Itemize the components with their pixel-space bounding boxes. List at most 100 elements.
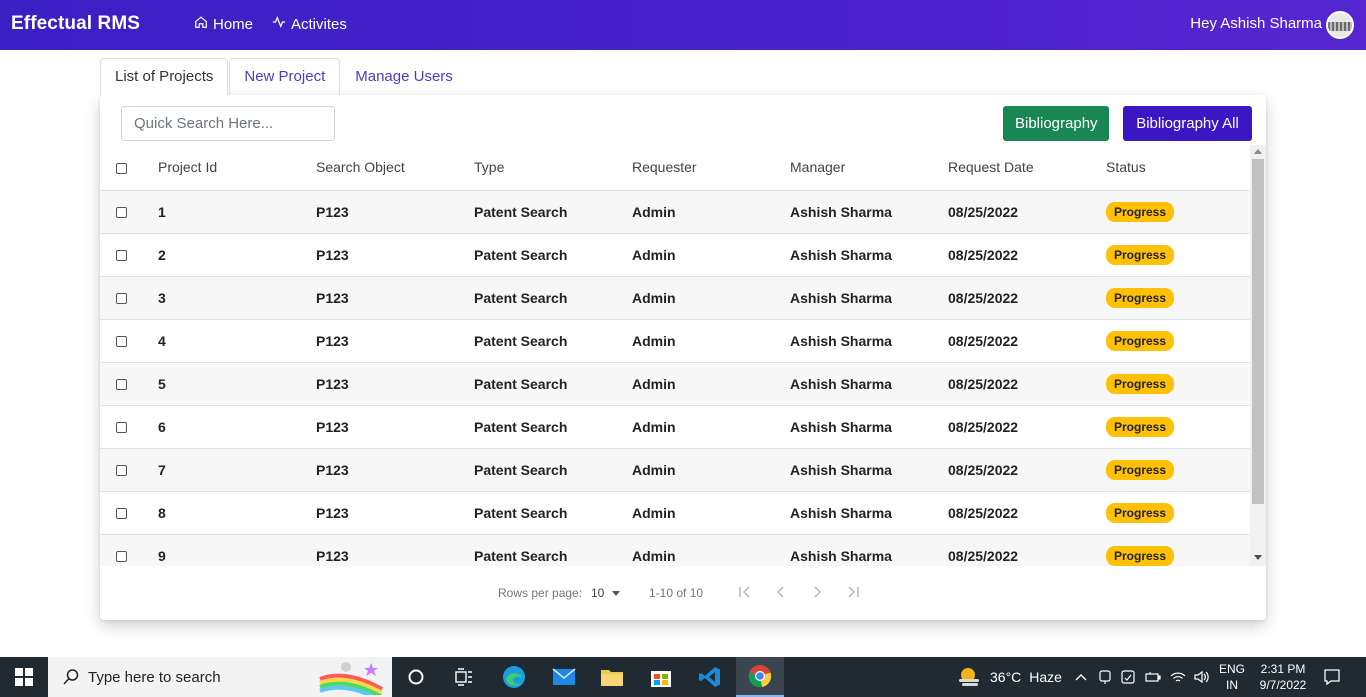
select-all-checkbox[interactable] [116,163,127,175]
cell-object: P123 [316,534,474,566]
row-select-cell [100,233,158,277]
cell-status: Progress [1106,190,1250,234]
scrollbar-thumb[interactable] [1252,159,1264,504]
row-checkbox[interactable] [116,336,127,348]
weather-description: Haze [1029,669,1062,685]
nav-activities-link[interactable]: Activites [272,15,347,33]
status-badge: Progress [1106,373,1175,394]
row-checkbox[interactable] [116,293,127,305]
projects-table: Project Id Search Object Type Requester … [100,145,1250,566]
wifi-icon[interactable] [1170,669,1186,685]
cell-status: Progress [1106,319,1250,363]
file-explorer-icon[interactable] [588,657,636,697]
column-header-project-id[interactable]: Project Id [158,145,316,191]
column-header-requester[interactable]: Requester [632,145,790,191]
table-row[interactable]: 3 P123 Patent Search Admin Ashish Sharma 08/2… [100,276,1250,320]
cell-status: Progress [1106,534,1250,566]
vscode-icon[interactable] [686,657,734,697]
table-row[interactable]: 9 P123 Patent Search Admin Ashish Sharma 08/2… [100,534,1250,566]
row-select-cell [100,448,158,492]
row-checkbox[interactable] [116,508,127,520]
system-clock[interactable]: 2:31 PM 9/7/2022 [1255,661,1311,693]
cell-date: 08/25/2022 [948,276,1106,320]
cell-manager: Ashish Sharma [790,276,948,320]
language-code: ENG [1219,662,1246,676]
nav-home-link[interactable]: Home [194,15,253,33]
status-badge: Progress [1106,502,1175,523]
tab-new-project[interactable]: New Project [229,58,341,96]
brand-logo[interactable]: Effectual RMS [11,13,140,35]
row-checkbox[interactable] [116,551,127,563]
row-checkbox[interactable] [116,422,127,434]
table-row[interactable]: 4 P123 Patent Search Admin Ashish Sharma 08/2… [100,319,1250,363]
status-badge: Progress [1106,287,1175,308]
vertical-scrollbar[interactable] [1250,145,1266,566]
table-row[interactable]: 8 P123 Patent Search Admin Ashish Sharma 08/2… [100,491,1250,535]
quick-search-input[interactable] [121,106,335,141]
column-header-manager[interactable]: Manager [790,145,948,191]
cell-date: 08/25/2022 [948,362,1106,406]
user-greeting[interactable]: Hey Ashish Sharma [1190,15,1322,32]
first-page-icon[interactable] [735,582,755,602]
cell-status: Progress [1106,362,1250,406]
cell-requester: Admin [632,448,790,492]
row-checkbox[interactable] [116,207,127,219]
cell-manager: Ashish Sharma [790,448,948,492]
onedrive-icon[interactable] [1120,669,1136,685]
weather-widget[interactable]: 36°C Haze [956,657,1062,697]
cell-type: Patent Search [474,190,632,234]
edge-browser-icon[interactable] [490,657,538,697]
rows-per-page-select[interactable]: 10 [591,586,621,600]
next-page-icon[interactable] [807,582,827,602]
status-badge: Progress [1106,201,1175,222]
table-header-row: Project Id Search Object Type Requester … [100,145,1250,191]
user-avatar[interactable] [1326,11,1354,39]
nav-home-label: Home [213,15,254,33]
scroll-up-arrow[interactable] [1254,149,1262,154]
bibliography-button[interactable]: Bibliography [1003,106,1109,141]
battery-icon[interactable] [1145,669,1161,685]
cell-id: 1 [158,190,316,234]
top-navbar: Effectual RMS Home Activites Hey Ashish … [0,0,1366,50]
table-row[interactable]: 1 P123 Patent Search Admin Ashish Sharma 08/2… [100,190,1250,234]
mail-icon[interactable] [540,657,588,697]
column-header-request-date[interactable]: Request Date [948,145,1106,191]
cell-date: 08/25/2022 [948,190,1106,234]
last-page-icon[interactable] [843,582,863,602]
cell-object: P123 [316,276,474,320]
volume-icon[interactable] [1193,669,1209,685]
table-row[interactable]: 2 P123 Patent Search Admin Ashish Sharma 08/2… [100,233,1250,277]
chevron-up-icon[interactable] [1073,669,1089,685]
microsoft-store-icon[interactable] [637,657,685,697]
previous-page-icon[interactable] [771,582,791,602]
table-row[interactable]: 7 P123 Patent Search Admin Ashish Sharma 08/2… [100,448,1250,492]
projects-card: Bibliography Bibliography All Project Id… [100,95,1266,620]
cell-type: Patent Search [474,233,632,277]
table-row[interactable]: 5 P123 Patent Search Admin Ashish Sharma 08/2… [100,362,1250,406]
row-checkbox[interactable] [116,379,127,391]
chrome-browser-icon[interactable] [736,657,784,697]
bibliography-all-button[interactable]: Bibliography All [1123,106,1252,141]
input-language-indicator[interactable]: ENG IN [1219,661,1245,693]
cell-manager: Ashish Sharma [790,405,948,449]
column-header-type[interactable]: Type [474,145,632,191]
scroll-down-arrow[interactable] [1254,555,1262,560]
tab-list-of-projects[interactable]: List of Projects [100,58,229,96]
cell-manager: Ashish Sharma [790,534,948,566]
column-header-search-object[interactable]: Search Object [316,145,474,191]
task-view-icon[interactable] [440,657,488,697]
notification-center-icon[interactable] [1322,667,1342,687]
tab-manage-users[interactable]: Manage Users [340,58,468,96]
cell-requester: Admin [632,405,790,449]
table-row[interactable]: 6 P123 Patent Search Admin Ashish Sharma 08/2… [100,405,1250,449]
table-pagination: Rows per page: 10 1-10 of 10 [100,566,1266,620]
row-checkbox[interactable] [116,465,127,477]
cortana-icon[interactable] [392,657,440,697]
cell-object: P123 [316,319,474,363]
column-header-status[interactable]: Status [1106,145,1250,191]
meet-now-icon[interactable] [1097,669,1113,685]
windows-start-icon[interactable] [0,657,48,697]
cell-object: P123 [316,190,474,234]
row-checkbox[interactable] [116,250,127,262]
taskbar-search-box[interactable]: Type here to search [48,657,392,697]
